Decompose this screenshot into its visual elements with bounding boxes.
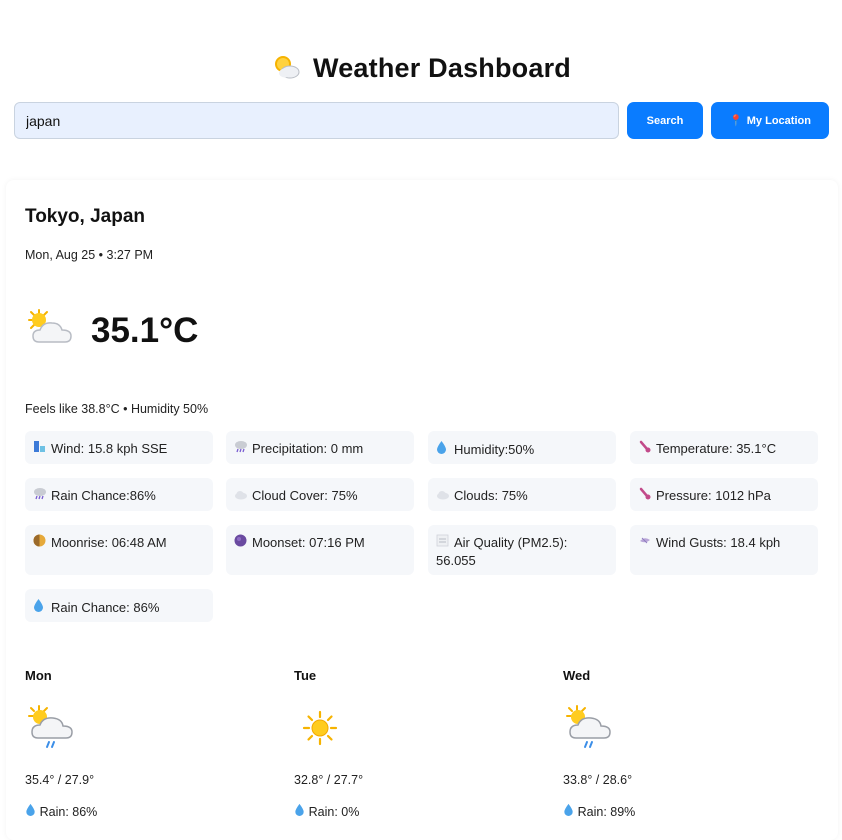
moonset-icon: [234, 534, 252, 552]
forecast-temps: 35.4° / 27.9°: [25, 773, 95, 787]
detail-wind-gusts: Wind Gusts: 18.4 kph: [630, 525, 818, 575]
cloud-icon: [234, 488, 252, 505]
detail-rain-chance-2: Rain Chance: 86%: [25, 589, 213, 622]
droplet-icon: [563, 803, 578, 819]
search-button[interactable]: Search: [627, 102, 703, 139]
detail-precipitation: Precipitation: 0 mm: [226, 431, 414, 464]
detail-cloud-cover: Cloud Cover: 75%: [226, 478, 414, 511]
search-input[interactable]: [14, 102, 619, 139]
page-title: Weather Dashboard: [313, 52, 571, 83]
droplet-icon: [294, 803, 309, 819]
forecast-day-name: Tue: [294, 668, 317, 683]
detail-rain-chance: Rain Chance:86%: [25, 478, 213, 511]
thermometer-icon: [638, 487, 656, 505]
detail-humidity: Humidity:50%: [428, 431, 616, 464]
partly-sunny-icon: [25, 308, 75, 348]
wind-gust-icon: [638, 534, 656, 552]
forecast-day-tue: Tue: [294, 668, 316, 683]
detail-air-quality: Air Quality (PM2.5): 56.055: [428, 525, 616, 575]
detail-moonrise: Moonrise: 06:48 AM: [25, 525, 213, 575]
sun-cloud-rain-icon: [25, 704, 77, 757]
forecast-rain: Rain: 86%: [25, 803, 97, 819]
forecast-day-name: Mon: [25, 668, 52, 683]
pin-icon: 📍: [729, 115, 743, 127]
current-weather: [25, 308, 75, 348]
sun-behind-cloud-icon: [271, 53, 301, 83]
fog-icon: [436, 534, 454, 552]
forecast-temps: 33.8° / 28.6°: [563, 773, 633, 787]
detail-clouds: Clouds: 75%: [428, 478, 616, 511]
detail-temperature: Temperature: 35.1°C: [630, 431, 818, 464]
rain-cloud-icon: [33, 487, 51, 505]
forecast-day-name: Wed: [563, 668, 591, 683]
my-location-button[interactable]: 📍 My Location: [711, 102, 829, 139]
droplet-icon: [33, 598, 51, 617]
current-temperature: 35.1°C: [91, 311, 199, 350]
forecast-day-mon: Mon: [25, 668, 52, 683]
page-header: Weather Dashboard: [0, 46, 842, 90]
detail-moonset: Moonset: 07:16 PM: [226, 525, 414, 575]
forecast-rain: Rain: 89%: [563, 803, 635, 819]
detail-pressure: Pressure: 1012 hPa: [630, 478, 818, 511]
rain-cloud-icon: [234, 440, 252, 458]
thermometer-icon: [638, 440, 656, 458]
sun-icon: [302, 710, 338, 751]
sun-cloud-rain-icon: [563, 704, 615, 757]
forecast-day-wed: Wed: [563, 668, 590, 683]
forecast-temps: 32.8° / 27.7°: [294, 773, 364, 787]
droplet-icon: [25, 803, 40, 819]
moonrise-icon: [33, 534, 51, 552]
detail-wind: Wind: 15.8 kph SSE: [25, 431, 213, 464]
search-bar: Search 📍 My Location: [14, 102, 830, 139]
forecast-rain: Rain: 0%: [294, 803, 359, 819]
feels-like-humidity: Feels like 38.8°C • Humidity 50%: [25, 402, 209, 416]
wind-icon: [33, 440, 51, 458]
current-datetime: Mon, Aug 25 • 3:27 PM: [25, 248, 154, 262]
droplet-icon: [436, 440, 454, 459]
location-name: Tokyo, Japan: [25, 206, 146, 227]
cloud-icon: [436, 488, 454, 505]
